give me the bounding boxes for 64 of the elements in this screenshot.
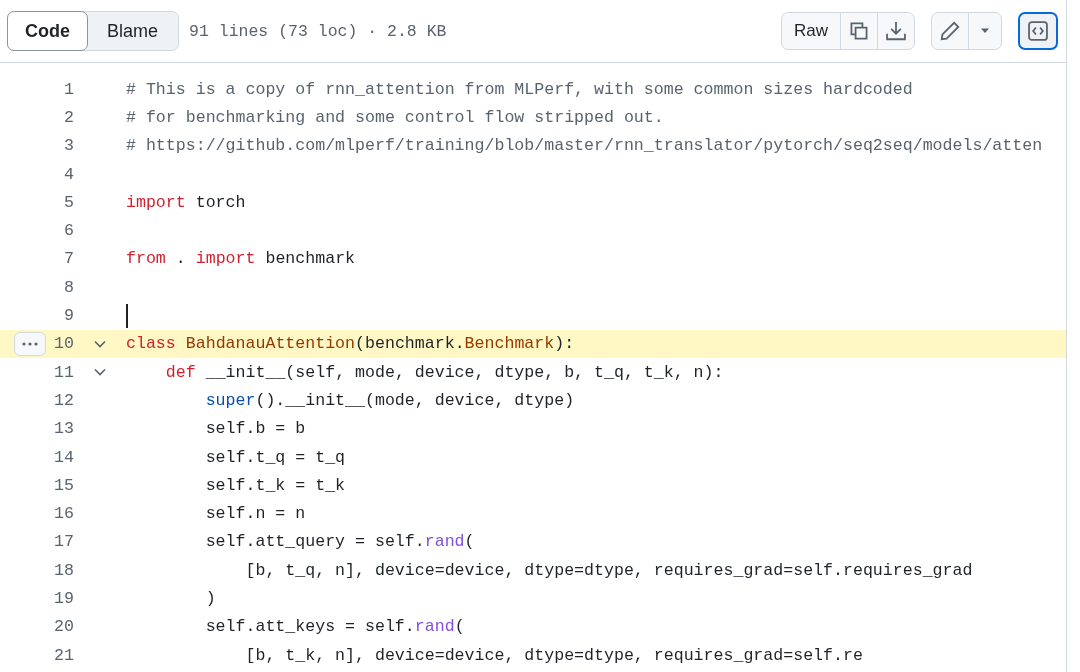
line-number: 7 [63, 249, 74, 269]
caret-icon [979, 27, 991, 35]
line-number: 18 [53, 560, 74, 580]
code-comment: # This is a copy of rnn_attention from MLPerf, with some common sizes hardcoded [126, 79, 913, 99]
code-class-name: BahdanauAttention [184, 334, 356, 354]
line-number: 3 [63, 136, 74, 156]
line-number: 15 [53, 475, 74, 495]
code-text: ( [454, 617, 465, 637]
code-text: ) [204, 589, 216, 608]
line-number: 10 [53, 334, 74, 354]
line-number: 6 [63, 221, 74, 241]
code-text: ): [554, 334, 575, 354]
code-text: self.n = n [204, 504, 306, 524]
line-number: 9 [63, 306, 74, 325]
code-text: torch [194, 192, 246, 212]
code-text: ( [464, 532, 475, 552]
code-function: rand [424, 532, 465, 552]
code-keyword: class [126, 334, 176, 354]
view-tab[interactable]: Blame [87, 12, 179, 50]
code-keyword: import [195, 249, 256, 269]
code-keyword: import [126, 192, 186, 212]
code-text: self.att_keys = self. [204, 617, 415, 637]
ellipsis-icon [20, 340, 40, 347]
line-number: 8 [63, 277, 74, 297]
code-text: [b, t_k, n], device=device, dtype=dtype, requires_grad=self.re [244, 645, 863, 665]
line-number: 12 [53, 390, 74, 410]
line-number: 17 [53, 532, 74, 552]
code-comment: # for benchmarking and some control flow stripped out. [126, 107, 664, 127]
file-info: 91 lines (73 loc) · 2.8 KB [189, 21, 447, 41]
code-text: self.att_query = self. [204, 532, 425, 552]
view-tab[interactable]: Code [7, 11, 88, 51]
pencil-icon [939, 20, 961, 42]
code-builtin: super [204, 390, 256, 410]
code-text: benchmark [264, 249, 356, 269]
line-number: 20 [53, 617, 74, 637]
code-square-icon [1027, 20, 1049, 42]
code-keyword: from [126, 249, 166, 269]
copy-icon [848, 20, 870, 42]
code-function: rand [414, 617, 455, 637]
line-number: 16 [53, 504, 74, 524]
download-icon [885, 20, 907, 42]
line-number: 11 [53, 362, 74, 382]
line-number: 13 [53, 419, 74, 439]
line-number: 14 [53, 447, 74, 467]
code-text: __init__(self, mode, device, dtype, b, t_q, t_k, n): [204, 362, 724, 382]
chevron-down-icon[interactable] [93, 367, 107, 378]
line-number: 19 [53, 589, 74, 608]
code-text: (benchmark. [355, 334, 465, 354]
line-number: 1 [63, 79, 74, 99]
line-number: 21 [53, 645, 74, 665]
line-number: 4 [63, 164, 74, 184]
code-keyword: def [164, 362, 196, 382]
chevron-down-icon[interactable] [93, 338, 107, 349]
code-class-name: Benchmark [464, 334, 555, 354]
code-text: self.t_k = t_k [204, 475, 346, 495]
symbols-button[interactable] [1018, 12, 1058, 50]
code-text: self.t_q = t_q [204, 447, 346, 467]
code-text: [b, t_q, n], device=device, dtype=dtype, requires_grad=self.requires_grad [244, 560, 973, 580]
code-text: self.b = b [204, 419, 306, 439]
code-text: . [174, 249, 187, 269]
line-number: 2 [63, 107, 74, 127]
code-comment: # https://github.com/mlperf/training/blob/master/rnn_translator/pytorch/seq2seq/models/atten [126, 136, 1043, 156]
line-number: 5 [63, 192, 74, 212]
code-text: ().__init__(mode, device, dtype) [255, 390, 575, 410]
